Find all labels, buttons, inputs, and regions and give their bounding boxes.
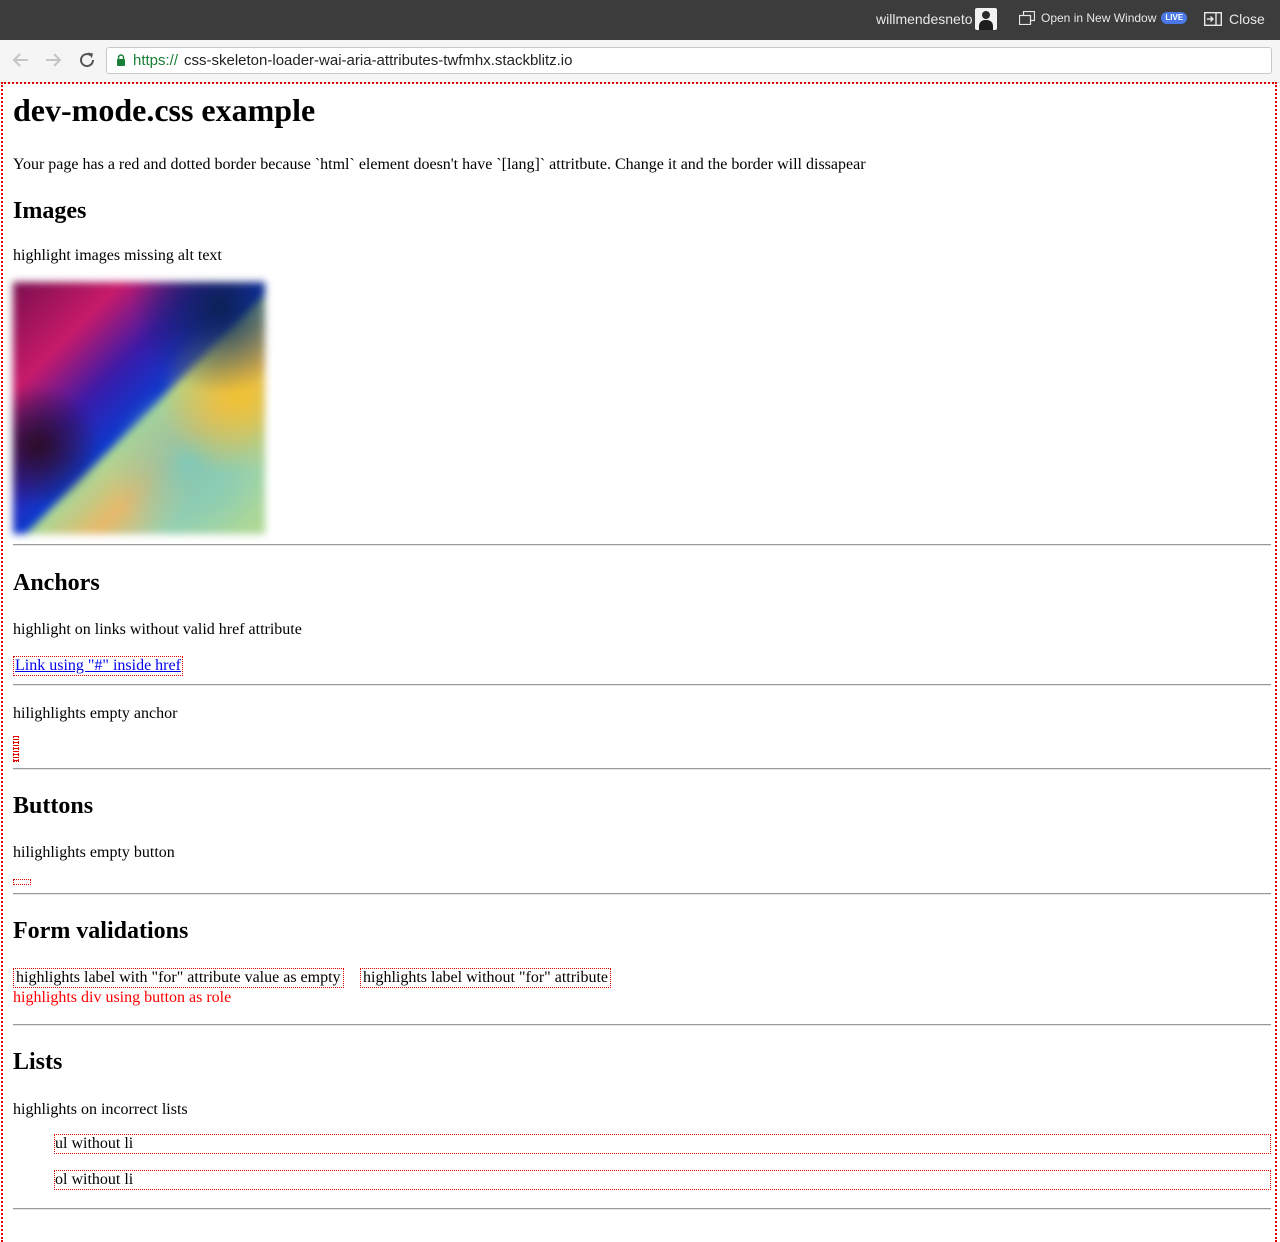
live-badge: LIVE xyxy=(1161,12,1188,24)
image-missing-alt xyxy=(13,282,265,534)
divider xyxy=(13,1208,1271,1210)
page-title: dev-mode.css example xyxy=(13,92,316,128)
url-host: css-skeleton-loader-wai-aria-attributes-… xyxy=(184,52,573,69)
divider xyxy=(13,768,1271,770)
editor-top-bar: willmendesneto Open in New Window LIVE C… xyxy=(0,0,1280,40)
browser-nav-bar: https:// css-skeleton-loader-wai-aria-at… xyxy=(0,40,1280,83)
open-in-new-window-label: Open in New Window xyxy=(1041,11,1157,25)
label-empty-for[interactable]: highlights label with "for" attribute va… xyxy=(13,968,344,988)
new-window-icon xyxy=(1019,11,1035,25)
open-in-new-window-button[interactable]: Open in New Window LIVE xyxy=(1019,11,1188,25)
avatar[interactable] xyxy=(975,8,997,30)
anchors-description: highlight on links without valid href at… xyxy=(13,621,302,638)
address-bar[interactable]: https:// css-skeleton-loader-wai-aria-at… xyxy=(106,47,1272,74)
images-description: highlight images missing alt text xyxy=(13,247,222,264)
divider xyxy=(13,1024,1271,1026)
divider xyxy=(13,684,1271,686)
url-scheme: https:// xyxy=(133,52,179,69)
form-validations-heading: Form validations xyxy=(13,918,189,944)
hash-href-link[interactable]: Link using "#" inside href xyxy=(13,656,183,676)
buttons-heading: Buttons xyxy=(13,793,94,819)
divider xyxy=(13,893,1271,895)
avatar-body xyxy=(979,20,993,30)
forward-arrow-icon[interactable] xyxy=(43,50,63,70)
intro-text: Your page has a red and dotted border be… xyxy=(13,156,866,173)
close-button[interactable]: Close xyxy=(1204,11,1265,27)
close-label: Close xyxy=(1229,11,1265,27)
buttons-description: hilighlights empty button xyxy=(13,844,175,861)
empty-anchor-description: hilighlights empty anchor xyxy=(13,705,178,722)
lists-description: highlights on incorrect lists xyxy=(13,1101,188,1118)
ol-without-li: ol without li xyxy=(54,1170,1271,1190)
div-role-button[interactable]: highlights div using button as role xyxy=(13,989,231,1007)
page-content: dev-mode.css example Your page has a red… xyxy=(1,82,1277,1242)
ul-without-li: ul without li xyxy=(54,1134,1271,1154)
lock-icon xyxy=(117,54,125,66)
images-heading: Images xyxy=(13,198,87,224)
username[interactable]: willmendesneto xyxy=(876,11,973,27)
divider xyxy=(13,544,1271,546)
back-arrow-icon[interactable] xyxy=(11,50,31,70)
avatar-head xyxy=(982,11,990,19)
empty-button[interactable] xyxy=(13,879,31,885)
label-without-for[interactable]: highlights label without "for" attribute xyxy=(360,968,612,988)
close-panel-icon xyxy=(1204,12,1222,26)
empty-anchor-link[interactable] xyxy=(13,736,19,762)
lists-heading: Lists xyxy=(13,1049,63,1075)
anchors-heading: Anchors xyxy=(13,570,100,596)
reload-icon[interactable] xyxy=(77,50,97,70)
